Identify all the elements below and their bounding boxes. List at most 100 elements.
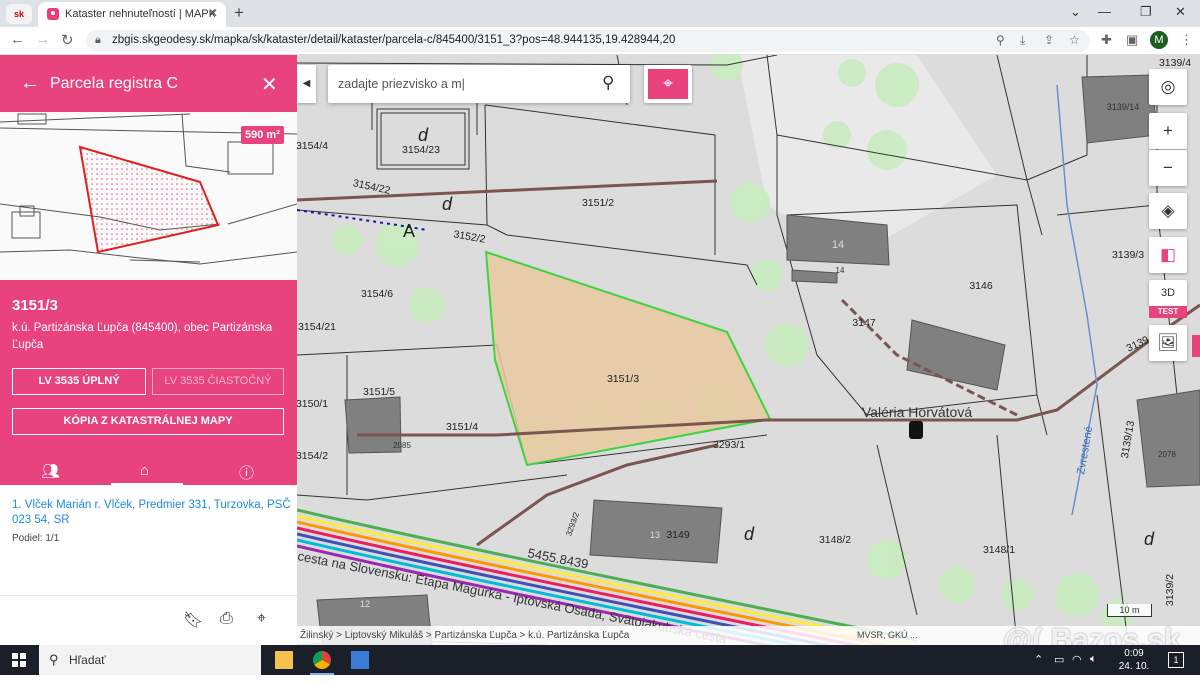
panel-title: Parcela registra C xyxy=(50,75,179,92)
map-image-button[interactable]: 🖼︎ xyxy=(1149,325,1187,361)
search-icon: ⚲ xyxy=(49,652,59,667)
label-3139-4: 3139/4 xyxy=(1159,57,1191,69)
tab-close-icon[interactable]: ✕ xyxy=(208,6,218,20)
label-3147: 3147 xyxy=(852,317,876,329)
taskbar-clock[interactable]: 0:09 24. 10. 2024 xyxy=(1108,647,1160,686)
share-icon[interactable]: ⇪ xyxy=(1044,33,1054,47)
watermark: @( Bazos.sk xyxy=(1003,623,1181,645)
url-field[interactable]: 🔒︎ zbgis.skgeodesy.sk/mapka/sk/kataster/… xyxy=(86,30,1090,52)
print-icon[interactable]: ⎙ xyxy=(220,610,233,628)
sidepanel-icon[interactable]: ▣ xyxy=(1126,32,1138,48)
building-14b: 14 xyxy=(836,266,845,275)
label-d3: d xyxy=(744,524,755,544)
search-input[interactable] xyxy=(338,74,588,94)
label-3148-1: 3148/1 xyxy=(983,544,1015,556)
notifications-badge[interactable]: 1 xyxy=(1168,652,1184,668)
back-icon[interactable]: ← xyxy=(10,31,25,48)
volume-icon[interactable]: 🔈︎ xyxy=(1090,653,1097,666)
collapse-panel-button[interactable]: ◀ xyxy=(297,65,316,103)
close-icon[interactable]: ✕ xyxy=(261,72,278,97)
label-3146: 3146 xyxy=(969,280,993,292)
zoom-out-button[interactable]: − xyxy=(1149,150,1187,186)
location-icon[interactable]: ⚲ xyxy=(996,33,1005,47)
lv-partial-button[interactable]: LV 3535 ČIASTOČNÝ xyxy=(152,368,284,395)
owners-tab-icon[interactable]: 👥︎ xyxy=(41,462,60,480)
search-icon[interactable]: ⚲ xyxy=(602,73,614,93)
reload-icon[interactable]: ↻ xyxy=(61,31,74,49)
label-3151-2: 3151/2 xyxy=(582,197,614,209)
panel-header: ← Parcela registra C ✕ xyxy=(0,55,297,112)
minimize-icon[interactable]: — xyxy=(1098,4,1111,19)
panel-footer: 🔖︎ ⎙ ⌖ xyxy=(0,595,297,645)
label-3151-5: 3151/5 xyxy=(363,386,395,398)
label-3293-1: 3293/1 xyxy=(713,439,745,451)
lv-full-button[interactable]: LV 3535 ÚPLNÝ xyxy=(12,368,146,395)
file-explorer-app[interactable] xyxy=(266,645,302,675)
profile-avatar[interactable]: M xyxy=(1150,31,1168,49)
test-badge: TEST xyxy=(1149,306,1187,318)
bookmark-icon[interactable]: 🔖︎ xyxy=(183,610,203,630)
owner-map-label: Valéria Horvátová xyxy=(862,404,972,420)
map-breadcrumb: Žilinský > Liptovský Mikuláš > Partizáns… xyxy=(300,630,630,641)
chrome-app[interactable] xyxy=(304,645,340,675)
calculator-app[interactable] xyxy=(342,645,378,675)
compare-button[interactable]: ◧ xyxy=(1149,237,1187,273)
owner-entry[interactable]: 1. Vlček Marián r. Vlček, Predmier 331, … xyxy=(12,498,292,528)
side-handle[interactable] xyxy=(1192,335,1200,357)
install-icon[interactable]: ⤓ xyxy=(1020,33,1025,48)
tab-title: Kataster nehnuteľností | MAPKA xyxy=(65,8,215,20)
building-12: 12 xyxy=(360,599,370,609)
map-copy-button[interactable]: KÓPIA Z KATASTRÁLNEJ MAPY xyxy=(12,408,284,435)
restore-icon[interactable]: ❐ xyxy=(1140,4,1152,20)
home-tab-icon[interactable]: ⌂ xyxy=(140,462,149,479)
wifi-icon[interactable]: ◠ xyxy=(1072,653,1082,666)
address-bar: ← → ↻ 🔒︎ zbgis.skgeodesy.sk/mapka/sk/kat… xyxy=(0,27,1200,55)
my-location-button[interactable]: ◎ xyxy=(1149,69,1187,105)
tab-bar: sk Kataster nehnuteľností | MAPKA ✕ + ⌄ … xyxy=(0,0,1200,27)
tray-chevron-icon[interactable]: ⌃ xyxy=(1034,653,1043,666)
network-icon[interactable]: ▭ xyxy=(1054,653,1064,666)
3d-button[interactable]: 3D xyxy=(1149,280,1187,306)
label-d1: d xyxy=(418,125,429,145)
back-arrow-icon[interactable]: ← xyxy=(20,72,40,95)
label-3154-21: 3154/21 xyxy=(298,321,336,333)
cadastral-map[interactable]: 3154/4 3154/23 3154/22 3151/2 3152/2 315… xyxy=(297,55,1200,645)
pinned-tab[interactable]: sk xyxy=(6,4,32,24)
zoom-in-button[interactable]: + xyxy=(1149,113,1187,149)
extensions-icon[interactable]: ✚ xyxy=(1101,32,1112,48)
label-3151-3: 3151/3 xyxy=(607,373,639,385)
search-box: ⚲ xyxy=(328,65,630,103)
building-2078: 2078 xyxy=(1158,450,1176,459)
folder-icon xyxy=(275,651,293,669)
active-tab-indicator xyxy=(111,483,183,485)
map-attribution: MVSR, GKÚ ... xyxy=(857,630,918,640)
new-tab-icon[interactable]: + xyxy=(234,3,244,23)
cemetery-icon xyxy=(909,421,923,439)
label-3150-1: 3150/1 xyxy=(297,398,328,410)
building-2085: 2085 xyxy=(393,441,411,450)
info-tab-icon[interactable]: ⓘ xyxy=(239,462,254,483)
parcel-locate-button[interactable]: ⌖ xyxy=(644,65,692,103)
map-view[interactable]: 3154/4 3154/23 3154/22 3151/2 3152/2 315… xyxy=(297,55,1200,645)
layers-button[interactable]: ◈ xyxy=(1149,193,1187,229)
active-tab[interactable]: Kataster nehnuteľností | MAPKA ✕ xyxy=(38,2,226,27)
label-d4: d xyxy=(1144,529,1155,549)
url-text: zbgis.skgeodesy.sk/mapka/sk/kataster/det… xyxy=(112,34,676,46)
label-3154-2: 3154/2 xyxy=(297,450,328,462)
area-badge: 590 m² xyxy=(241,126,284,144)
lock-icon: 🔒︎ xyxy=(95,34,101,46)
windows-icon[interactable] xyxy=(12,653,26,667)
taskbar: ⚲ Hľadať ⌃ ▭ ◠ 🔈︎ 0:09 24. 10. 2024 1 xyxy=(0,645,1200,685)
taskbar-search[interactable]: ⚲ Hľadať xyxy=(39,645,261,675)
parcel-info: 3151/3 k.ú. Partizánska Ľupča (845400), … xyxy=(0,280,297,485)
locate-icon[interactable]: ⌖ xyxy=(257,610,266,628)
browser-window: sk Kataster nehnuteľností | MAPKA ✕ + ⌄ … xyxy=(0,0,1200,645)
parcel-panel: ← Parcela registra C ✕ 590 m² 3151/3 k.ú… xyxy=(0,55,297,645)
bookmark-star-icon[interactable]: ☆ xyxy=(1069,33,1080,47)
label-3139-3: 3139/3 xyxy=(1112,249,1144,261)
close-window-icon[interactable]: ✕ xyxy=(1175,4,1186,20)
menu-icon[interactable]: ⋮ xyxy=(1180,32,1193,48)
chrome-icon xyxy=(313,651,331,669)
chevron-down-icon[interactable]: ⌄ xyxy=(1070,4,1081,20)
forward-icon[interactable]: → xyxy=(35,31,50,48)
